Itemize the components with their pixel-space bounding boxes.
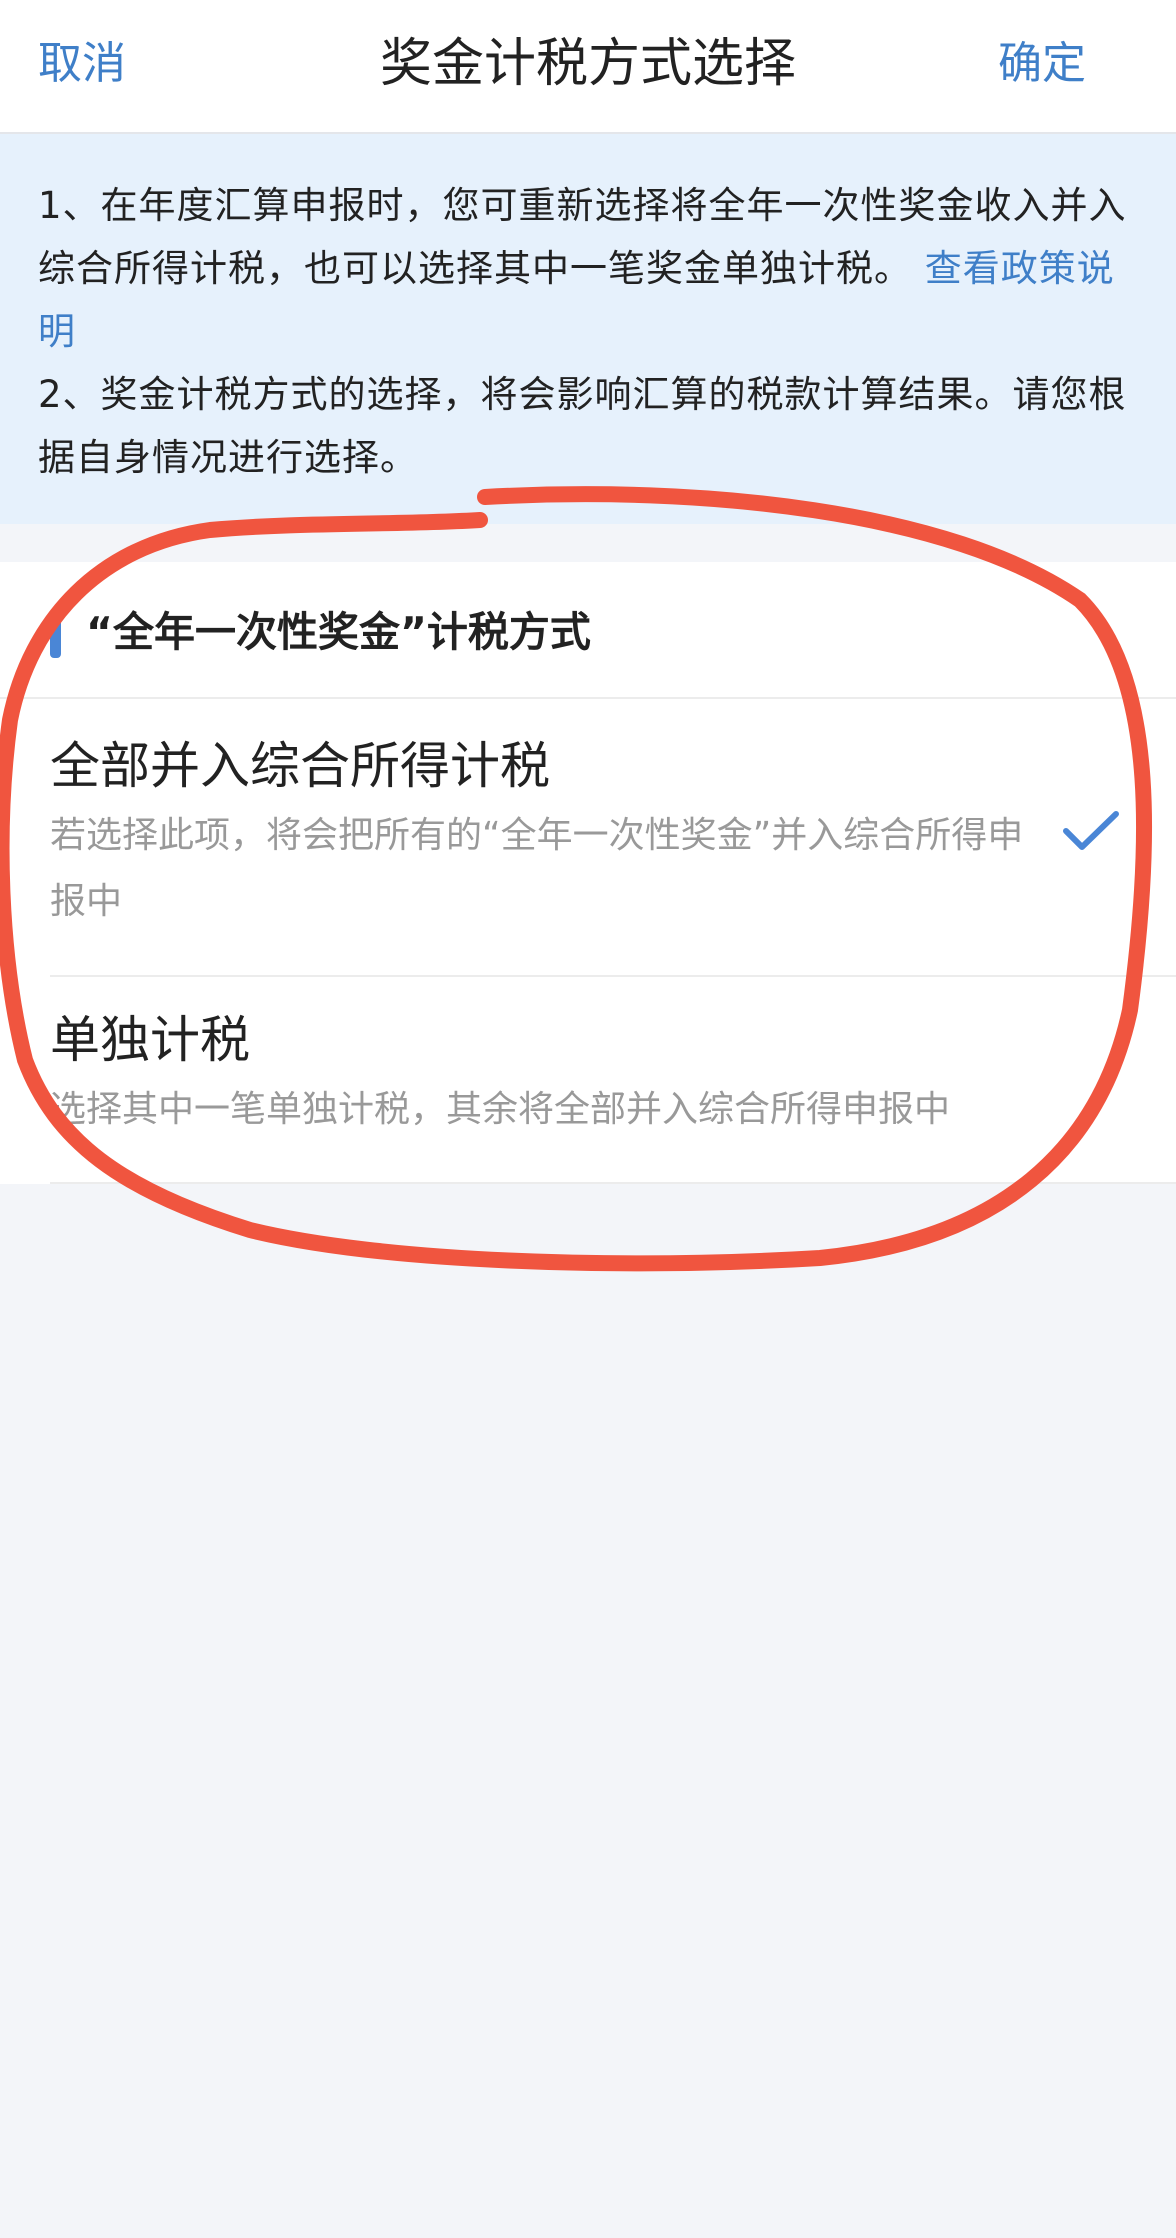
navigation-bar: 取消 奖金计税方式选择 确定 xyxy=(0,0,1176,134)
divider xyxy=(50,1182,1176,1184)
confirm-button[interactable]: 确定 xyxy=(998,36,1086,92)
bonus-tax-method-card: “全年一次性奖金”计税方式 全部并入综合所得计税 若选择此项，将会把所有的“全年… xyxy=(0,562,1176,1184)
notice-paragraph-2: 2、奖金计税方式的选择，将会影响汇算的税款计算结果。请您根据自身情况进行选择。 xyxy=(38,373,1127,479)
checkmark-icon xyxy=(1063,811,1119,850)
option-separate-tax[interactable]: 单独计税 选择其中一笔单独计税，其余将全部并入综合所得申报中 xyxy=(0,977,1176,1184)
option-title: 单独计税 xyxy=(50,1011,250,1069)
option-merge-into-comprehensive[interactable]: 全部并入综合所得计税 若选择此项，将会把所有的“全年一次性奖金”并入综合所得申报… xyxy=(0,699,1176,977)
option-description: 选择其中一笔单独计税，其余将全部并入综合所得申报中 xyxy=(50,1089,951,1130)
option-title: 全部并入综合所得计税 xyxy=(50,737,550,795)
section-accent-bar xyxy=(50,610,61,658)
section-title: “全年一次性奖金”计税方式 xyxy=(86,608,591,656)
section-header: “全年一次性奖金”计税方式 xyxy=(0,562,1176,699)
notice-paragraph-1: 1、在年度汇算申报时，您可重新选择将全年一次性奖金收入并入综合所得计税，也可以选… xyxy=(38,174,1140,363)
notice-panel: 1、在年度汇算申报时，您可重新选择将全年一次性奖金收入并入综合所得计税，也可以选… xyxy=(0,134,1176,524)
option-description: 若选择此项，将会把所有的“全年一次性奖金”并入综合所得申报中 xyxy=(50,815,1024,922)
